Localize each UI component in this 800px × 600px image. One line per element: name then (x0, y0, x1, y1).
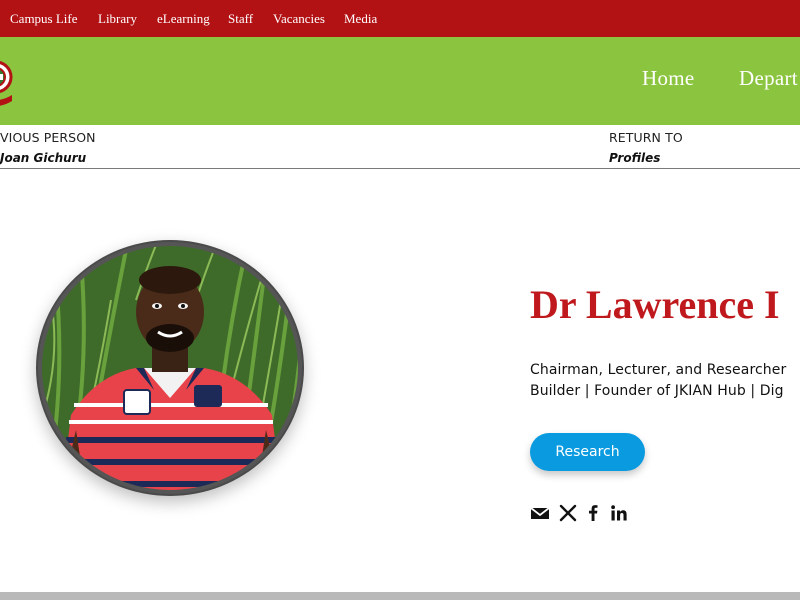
linkedin-icon[interactable] (609, 503, 629, 523)
topbar-link-staff[interactable]: Staff (228, 11, 253, 27)
topbar-link-library[interactable]: Library (98, 11, 137, 27)
return-to-profiles-link[interactable]: Profiles (609, 151, 660, 165)
profile-navigation-strip: VIOUS PERSON Joan Gichuru RETURN TO Prof… (0, 125, 800, 169)
email-icon[interactable] (530, 503, 550, 523)
nav-departments[interactable]: Depart (739, 66, 798, 91)
profile-photo (36, 240, 304, 496)
topbar-link-vacancies[interactable]: Vacancies (273, 11, 325, 27)
main-header: Home Depart (0, 37, 800, 125)
nav-home[interactable]: Home (642, 66, 695, 91)
x-icon[interactable] (558, 503, 578, 523)
university-logo[interactable] (0, 55, 14, 111)
topbar-link-media[interactable]: Media (344, 11, 377, 27)
page-bottom-divider (0, 592, 800, 600)
topbar-link-campus-life[interactable]: Campus Life (10, 11, 78, 27)
profile-bio-line-1: Chairman, Lecturer, and Researcher (530, 362, 787, 378)
profile-bio-line-2: Builder | Founder of JKIAN Hub | Dig (530, 383, 784, 399)
topbar-link-elearning[interactable]: eLearning (157, 11, 210, 27)
facebook-icon[interactable] (583, 503, 603, 523)
profile-name: Dr Lawrence I (530, 282, 780, 327)
research-button[interactable]: Research (530, 433, 645, 471)
return-to-label: RETURN TO (609, 130, 683, 145)
previous-person-label: VIOUS PERSON (0, 130, 96, 145)
top-utility-bar: Campus Life Library eLearning Staff Vaca… (0, 0, 800, 37)
previous-person-link[interactable]: Joan Gichuru (0, 151, 86, 165)
